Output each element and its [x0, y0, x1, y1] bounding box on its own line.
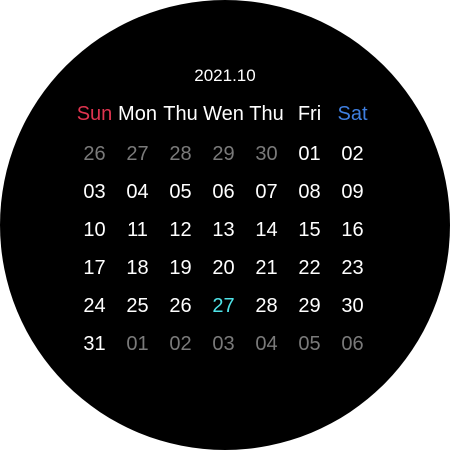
- day-cell[interactable]: 15: [288, 216, 331, 254]
- day-cell[interactable]: 01: [116, 330, 159, 368]
- day-cell[interactable]: 30: [245, 140, 288, 178]
- day-cell[interactable]: 02: [159, 330, 202, 368]
- day-cell[interactable]: 09: [331, 178, 374, 216]
- day-cell[interactable]: 04: [116, 178, 159, 216]
- weekday-fri: Fri: [297, 103, 322, 125]
- weekday-mon: Mon: [118, 103, 157, 125]
- day-cell[interactable]: 31: [73, 330, 116, 368]
- day-cell[interactable]: 27: [116, 140, 159, 178]
- day-cell[interactable]: 12: [159, 216, 202, 254]
- weekday-tue: Thu: [163, 103, 198, 125]
- day-cell[interactable]: 14: [245, 216, 288, 254]
- day-cell[interactable]: 13: [202, 216, 245, 254]
- watch-face: 2021.10 Sun Mon Thu Wen Thu Fri Sat 26 27…: [0, 0, 450, 450]
- day-cell[interactable]: 30: [331, 292, 374, 330]
- calendar-grid: 26 27 28 29 30 01 02 03 04 05 06 07 08 09 10 11 12 13 14 15…: [73, 140, 375, 368]
- day-cell[interactable]: 29: [288, 292, 331, 330]
- day-cell[interactable]: 07: [245, 178, 288, 216]
- day-cell[interactable]: 06: [331, 330, 374, 368]
- day-cell-today[interactable]: 27: [202, 292, 245, 330]
- weekday-sun: Sun: [76, 103, 113, 125]
- day-cell[interactable]: 05: [159, 178, 202, 216]
- weekday-thu: Thu: [249, 103, 284, 125]
- day-cell[interactable]: 08: [288, 178, 331, 216]
- day-cell[interactable]: 02: [331, 140, 374, 178]
- day-cell[interactable]: 16: [331, 216, 374, 254]
- day-cell[interactable]: 21: [245, 254, 288, 292]
- day-cell[interactable]: 06: [202, 178, 245, 216]
- day-cell[interactable]: 03: [73, 178, 116, 216]
- day-cell[interactable]: 03: [202, 330, 245, 368]
- day-cell[interactable]: 05: [288, 330, 331, 368]
- weekday-wed: Wen: [203, 103, 244, 125]
- day-cell[interactable]: 04: [245, 330, 288, 368]
- day-cell[interactable]: 29: [202, 140, 245, 178]
- month-title: 2021.10: [194, 66, 256, 85]
- day-cell[interactable]: 26: [159, 292, 202, 330]
- day-cell[interactable]: 26: [73, 140, 116, 178]
- day-cell[interactable]: 18: [116, 254, 159, 292]
- day-cell[interactable]: 11: [116, 216, 159, 254]
- day-cell[interactable]: 28: [245, 292, 288, 330]
- day-cell[interactable]: 19: [159, 254, 202, 292]
- day-cell[interactable]: 20: [202, 254, 245, 292]
- day-cell[interactable]: 28: [159, 140, 202, 178]
- day-cell[interactable]: 24: [73, 292, 116, 330]
- day-cell[interactable]: 23: [331, 254, 374, 292]
- weekday-sat: Sat: [337, 103, 368, 125]
- day-cell[interactable]: 10: [73, 216, 116, 254]
- day-cell[interactable]: 25: [116, 292, 159, 330]
- weekday-header: Sun Mon Thu Wen Thu Fri Sat: [73, 101, 375, 127]
- day-cell[interactable]: 01: [288, 140, 331, 178]
- day-cell[interactable]: 22: [288, 254, 331, 292]
- day-cell[interactable]: 17: [73, 254, 116, 292]
